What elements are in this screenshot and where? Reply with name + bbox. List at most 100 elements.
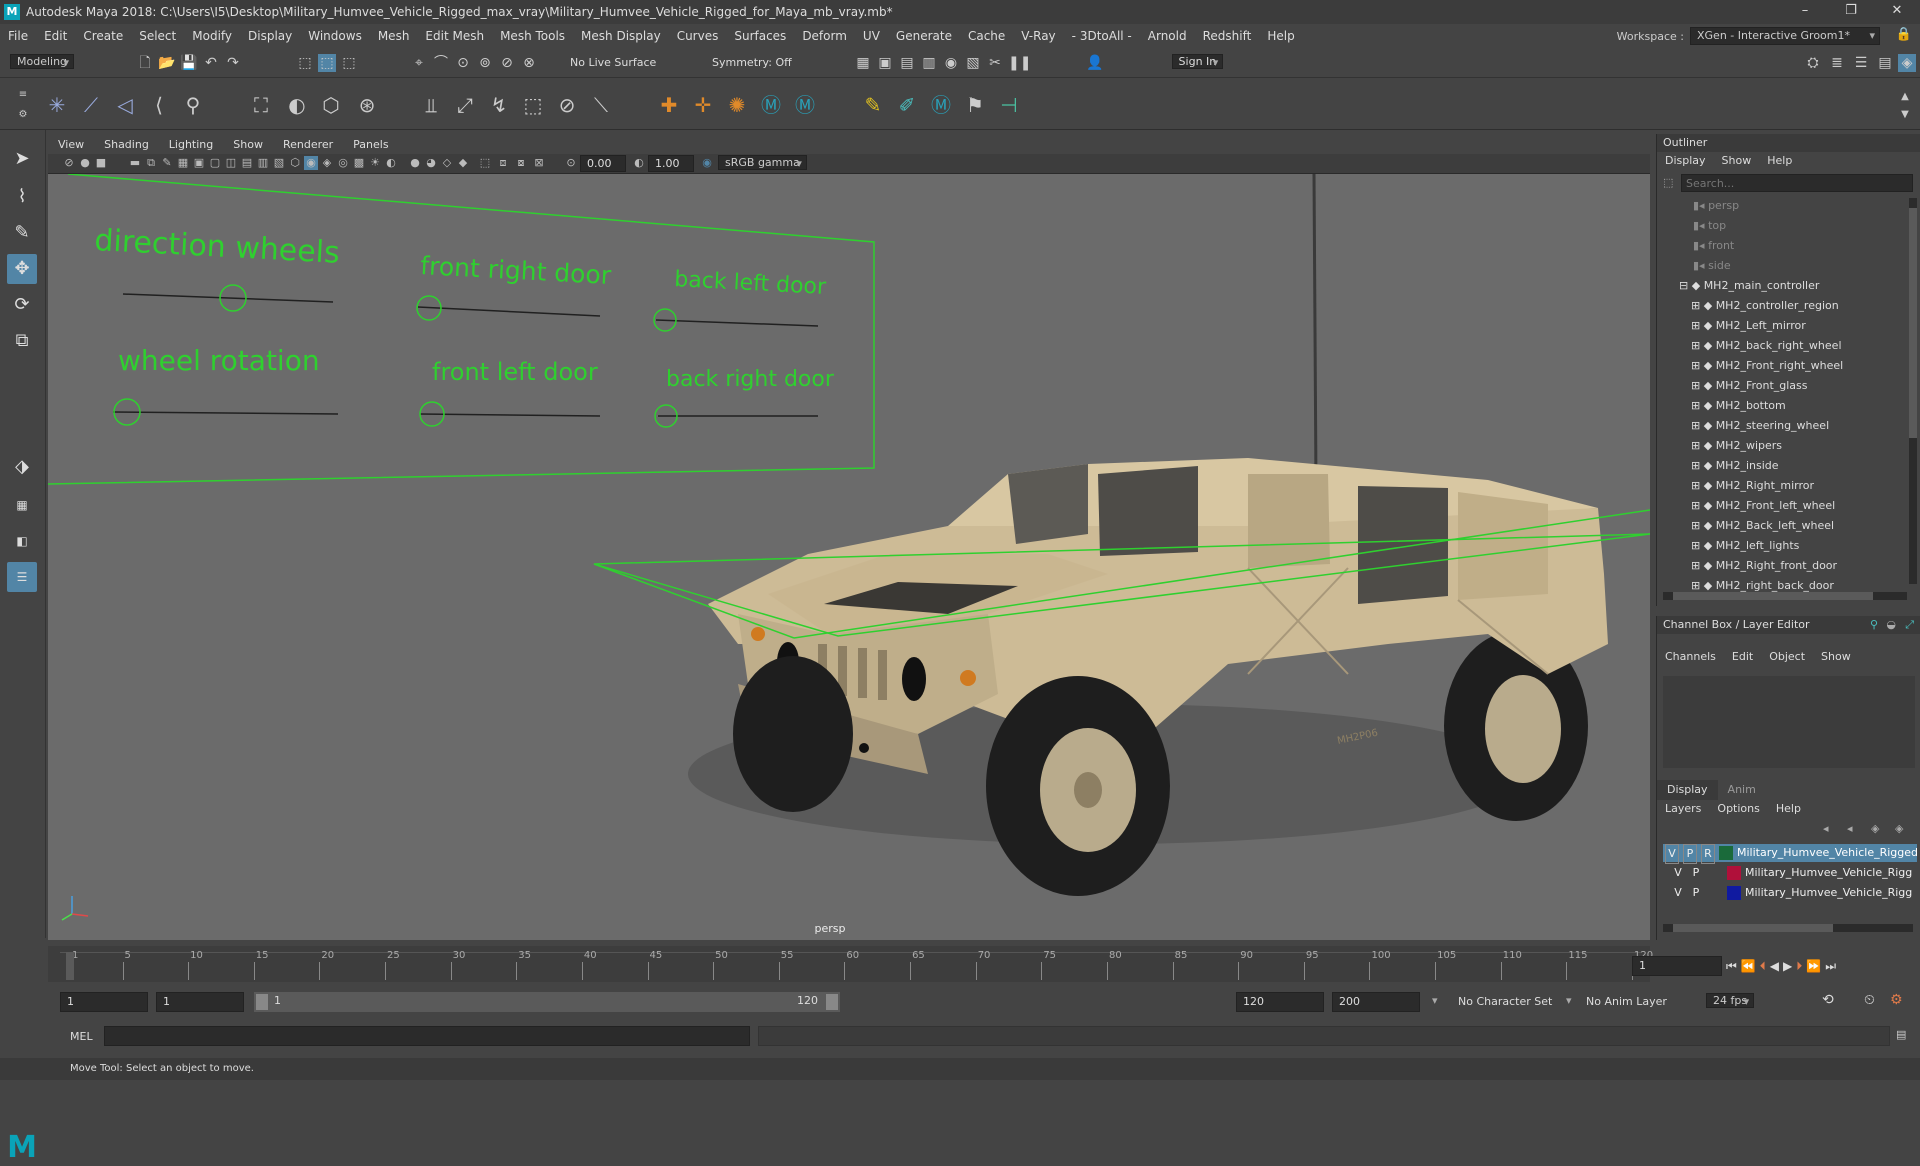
outliner-horizontal-scrollbar[interactable] [1663,592,1907,600]
step-forward-key-icon[interactable]: ⏩ [1806,959,1821,973]
view-transform-dropdown[interactable]: sRGB gamma [718,155,807,170]
paint-select-icon[interactable]: ✎ [7,218,37,248]
two-pane-layout-icon[interactable]: ◧ [7,526,37,556]
snap-pivot-icon[interactable]: ⊗ [520,54,538,72]
expand-icon[interactable]: ⊞ [1691,379,1704,392]
locator-icon[interactable]: ✚ [656,92,682,118]
expand-icon[interactable]: ⊞ [1691,359,1704,372]
current-frame-field[interactable]: 1 [1632,956,1722,976]
outliner-item[interactable]: ⊞ ◆ MH2_controller_region [1691,296,1839,316]
layer-color-swatch[interactable] [1727,866,1741,880]
film-gate-icon[interactable]: ▣ [192,156,206,170]
camera-attr-icon[interactable]: ● [78,156,92,170]
menu-deform[interactable]: Deform [794,29,855,43]
viewport-scene[interactable]: direction wheels wheel rotation front ri… [48,174,1650,940]
layer-color-swatch[interactable] [1727,886,1741,900]
expand-icon[interactable]: ⊞ [1691,319,1704,332]
symmetry-label[interactable]: Symmetry: Off [712,56,792,69]
tool-toggle-icon[interactable]: ⤢ [1905,618,1914,632]
character-set-label[interactable]: No Character Set [1458,995,1552,1008]
xray-active-icon[interactable]: ⧇ [514,156,528,170]
menu-select[interactable]: Select [131,29,184,43]
menu-mesh-display[interactable]: Mesh Display [573,29,669,43]
layer-row[interactable]: V P Military_Humvee_Vehicle_Rigg [1669,884,1917,902]
component-editor-icon[interactable]: ✐ [894,92,920,118]
vp-menu-renderer[interactable]: Renderer [273,138,343,151]
outliner-menu-display[interactable]: Display [1657,152,1714,170]
shelf-scroll-up-icon[interactable]: ▲ [1896,88,1914,106]
channel-box-menu-object[interactable]: Object [1761,648,1813,666]
expand-icon[interactable]: ⊞ [1691,499,1704,512]
hik-skeleton-icon[interactable]: Ⓜ [928,92,954,118]
layer-playback-toggle[interactable]: P [1689,864,1703,882]
outliner-item[interactable]: ⊞ ◆ MH2_Right_mirror [1691,476,1814,496]
go-to-start-icon[interactable]: ⏮ [1726,959,1737,974]
snap-point-icon[interactable]: ⊙ [454,54,472,72]
outliner-item[interactable]: ⊞ ◆ MH2_Back_left_wheel [1691,516,1834,536]
open-scene-icon[interactable]: 📂 [158,54,176,72]
snap-surface-icon[interactable]: ⊘ [498,54,516,72]
menu-generate[interactable]: Generate [888,29,960,43]
menu-vray[interactable]: V-Ray [1013,29,1063,43]
attribute-toggle-icon[interactable]: ◒ [1886,618,1896,631]
layer-visibility-toggle[interactable]: V [1671,884,1685,902]
outliner-item[interactable]: ⊞ ◆ MH2_steering_wheel [1691,416,1829,436]
layer-menu-options[interactable]: Options [1709,800,1767,818]
tab-display[interactable]: Display [1657,780,1718,800]
menu-set-dropdown[interactable]: Modeling [10,54,75,69]
shelf-scroll-down-icon[interactable]: ▼ [1896,106,1914,124]
outliner-item[interactable]: ⊞ ◆ MH2_inside [1691,456,1779,476]
expand-icon[interactable]: ⊞ [1691,459,1704,472]
attribute-editor-icon[interactable]: ≣ [1828,54,1846,72]
layer-reference-toggle[interactable]: R [1701,844,1715,864]
render-icon[interactable]: ▣ [876,54,894,72]
menu-mesh[interactable]: Mesh [370,29,418,43]
isolate-select-icon[interactable]: ⬚ [478,156,492,170]
pause-ipr-icon[interactable]: ❚❚ [1008,54,1031,72]
last-tool-icon[interactable]: ⬗ [7,452,37,482]
textured-icon[interactable]: ▩ [352,156,366,170]
resolution-gate-icon[interactable]: ▢ [208,156,222,170]
safe-title-icon[interactable]: ▧ [272,156,286,170]
new-scene-icon[interactable]: 🗋 [136,54,154,72]
select-tool-icon[interactable]: ➤ [7,144,37,174]
snap-grid-icon[interactable]: ⌖ [410,54,428,72]
undo-icon[interactable]: ↶ [202,54,220,72]
xray-joints-icon[interactable]: ⧈ [496,156,510,170]
modeling-toolkit-icon[interactable]: ⛭ [1804,54,1822,72]
outliner-search-input[interactable] [1681,174,1913,192]
range-start-handle[interactable] [256,994,268,1010]
vp-menu-shading[interactable]: Shading [94,138,159,151]
fps-dropdown[interactable]: 24 fps [1706,993,1755,1008]
snap-view-icon[interactable]: ⊚ [476,54,494,72]
menu-create[interactable]: Create [75,29,131,43]
menu-edit-mesh[interactable]: Edit Mesh [417,29,492,43]
layer-name[interactable]: Military_Humvee_Vehicle_Rigg [1745,864,1912,882]
outliner-item-top[interactable]: ▮◂ top [1693,216,1726,236]
smooth-bind-icon[interactable]: ◐ [284,92,310,118]
expand-icon[interactable]: ⊞ [1691,579,1704,592]
mirror-joint-icon[interactable]: ⟨ [146,92,172,118]
vp-menu-lighting[interactable]: Lighting [159,138,223,151]
gate-mask-icon[interactable]: ◫ [224,156,238,170]
shadows-icon[interactable]: ◐ [384,156,398,170]
shelf-menu-icon[interactable]: ≡ [14,86,32,104]
layer-menu-layers[interactable]: Layers [1657,800,1709,818]
sign-in-dropdown[interactable]: Sign In [1171,54,1224,69]
restore-button[interactable]: ❐ [1828,0,1874,24]
pin-icon[interactable]: ⚑ [962,92,988,118]
hik-control-icon[interactable]: Ⓜ [792,92,818,118]
lights-icon[interactable]: ☀ [368,156,382,170]
pivot-tool-icon[interactable]: ⊣ [996,92,1022,118]
grid-toggle-icon[interactable]: ▦ [176,156,190,170]
menu-help[interactable]: Help [1259,29,1302,43]
anim-layer-label[interactable]: No Anim Layer [1586,995,1667,1008]
script-editor-icon[interactable]: ▤ [1896,1028,1906,1041]
expand-icon[interactable]: ⊞ [1691,339,1704,352]
hypershade-icon[interactable]: ◉ [942,54,960,72]
layer-menu-help[interactable]: Help [1768,800,1809,818]
bookmark-icon[interactable]: ■ [94,156,108,170]
anim-prefs-icon[interactable]: ⚙ [1890,992,1903,1008]
vp-menu-panels[interactable]: Panels [343,138,398,151]
grease-pencil-icon[interactable]: ✎ [160,156,174,170]
